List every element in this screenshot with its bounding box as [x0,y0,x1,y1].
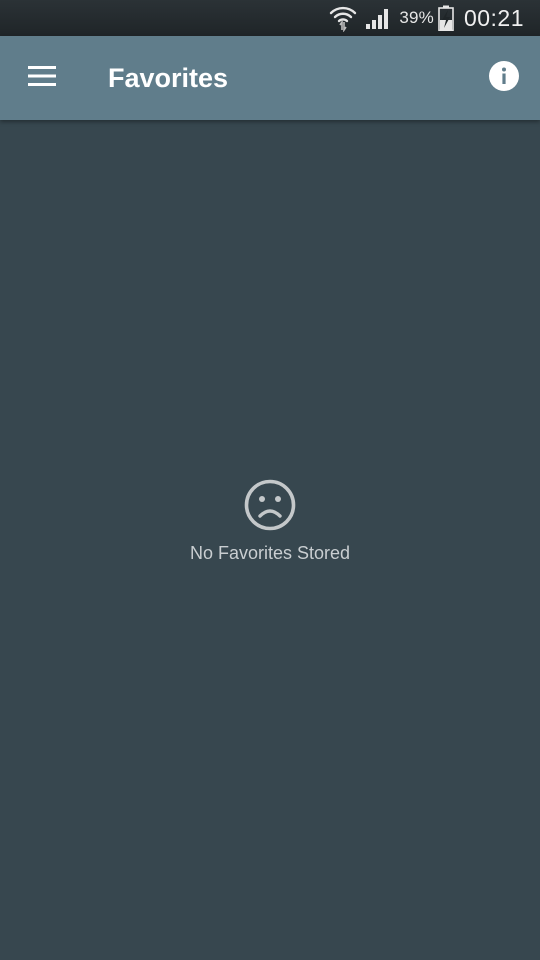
page-title: Favorites [108,62,229,93]
sad-face-icon [243,478,297,537]
empty-state-message: No Favorites Stored [189,543,351,563]
menu-icon [27,65,57,92]
signal-icon [365,6,399,30]
menu-button[interactable] [0,36,84,120]
app-bar: Favorites [0,36,540,120]
app-screen: 39% 00:21 Favorites No Favorites Stored [0,0,540,960]
battery-percent: 39% [399,8,434,27]
status-clock: 00:21 [463,4,524,31]
empty-state: No Favorites Stored [0,478,540,564]
wifi-icon [329,4,365,32]
info-button[interactable] [468,36,540,120]
info-icon [488,60,520,97]
status-bar: 39% 00:21 [0,0,540,36]
battery-charging-icon [438,5,464,31]
